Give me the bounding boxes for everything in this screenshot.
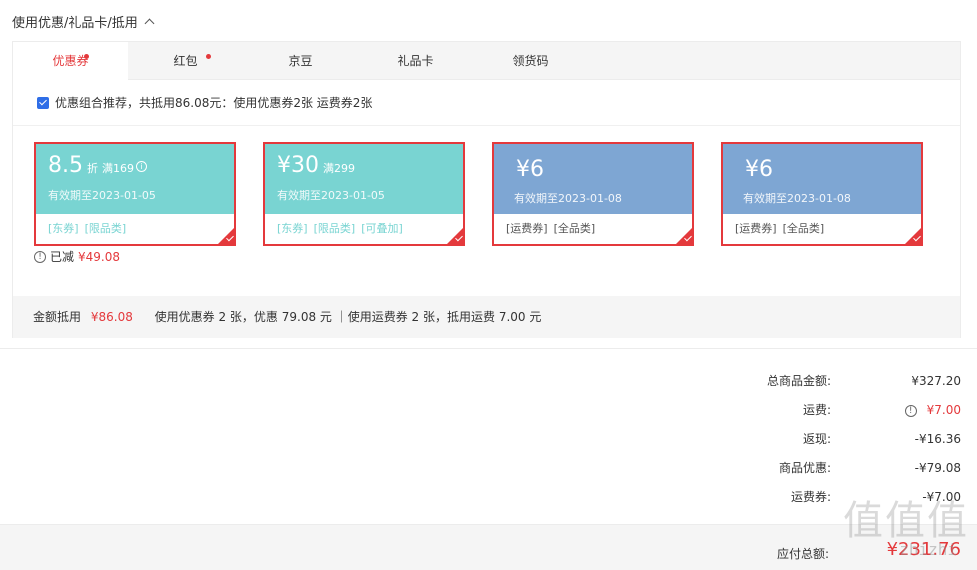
tab-pickup-code[interactable]: 领货码 bbox=[473, 42, 588, 80]
info-icon[interactable]: ! bbox=[34, 250, 46, 263]
coupon-tag: [限品类] bbox=[313, 222, 356, 235]
watermark-sub: zhizhi bbox=[899, 540, 957, 559]
coupon-card[interactable]: ¥6 有效期至2023-01-08 [运费券] [全品类] bbox=[492, 142, 694, 246]
total-value-wrap: ! ¥7.00 bbox=[831, 399, 961, 428]
total-row: 运费: ! ¥7.00 bbox=[721, 399, 961, 428]
coupon-tags: [运费券] [全品类] bbox=[494, 214, 692, 244]
discount-panel: 优惠券 红包 京豆 礼品卡 领货码 优惠组合推荐，共抵用86.08元：使用优惠券… bbox=[12, 41, 961, 338]
coupon-amount: 8.5 折满169 i bbox=[48, 152, 222, 183]
new-dot-icon bbox=[206, 54, 211, 59]
combo-text: 优惠组合推荐，共抵用86.08元：使用优惠券2张 运费券2张 bbox=[55, 96, 373, 110]
section-title: 使用优惠/礼品卡/抵用 bbox=[12, 16, 138, 31]
total-value: ¥7.00 bbox=[926, 403, 961, 417]
coupon-validity: 有效期至2023-01-08 bbox=[743, 192, 851, 205]
coupon-tag: [运费券] bbox=[735, 222, 777, 235]
tab-red-packet[interactable]: 红包 bbox=[128, 42, 243, 80]
coupon-tag: [全品类] bbox=[782, 222, 825, 235]
tab-bar: 优惠券 红包 京豆 礼品卡 领货码 bbox=[13, 42, 960, 81]
coupon-top: ¥6 有效期至2023-01-08 bbox=[494, 144, 692, 214]
coupon-condition: 满169 bbox=[102, 162, 134, 175]
new-dot-icon bbox=[84, 54, 89, 59]
watermark: 值值值 bbox=[843, 498, 969, 544]
coupon-amount-value: ¥6 bbox=[516, 157, 544, 182]
total-row: 商品优惠: -¥79.08 bbox=[721, 457, 961, 486]
summary-value: ¥86.08 bbox=[90, 310, 133, 324]
section-header[interactable]: 使用优惠/礼品卡/抵用 bbox=[12, 12, 155, 31]
coupon-tags: [东券] [限品类] [可叠加] bbox=[265, 214, 463, 244]
coupon-tag: [全品类] bbox=[553, 222, 596, 235]
tab-jingdou[interactable]: 京豆 bbox=[243, 42, 358, 80]
total-label: 返现: bbox=[802, 432, 831, 446]
info-icon[interactable]: i bbox=[136, 160, 147, 172]
summary-label: 金额抵用 bbox=[33, 310, 82, 324]
coupon-tags: [东券] [限品类] bbox=[36, 214, 234, 244]
reduced-value: ¥49.08 bbox=[78, 249, 121, 264]
coupon-amount-value: ¥30 bbox=[277, 153, 319, 178]
coupon-amount: ¥30 满299 bbox=[277, 152, 451, 183]
total-value: -¥79.08 bbox=[914, 461, 961, 475]
tab-gift-card[interactable]: 礼品卡 bbox=[358, 42, 473, 80]
total-label: 商品优惠: bbox=[778, 461, 831, 475]
total-label: 总商品金额: bbox=[766, 374, 831, 388]
coupon-top: 8.5 折满169 i 有效期至2023-01-05 bbox=[36, 144, 234, 214]
tab-label: 礼品卡 bbox=[397, 54, 434, 68]
coupon-tags: [运费券] [全品类] bbox=[723, 214, 921, 244]
coupon-unit: 折 bbox=[87, 162, 98, 175]
total-value: -¥16.36 bbox=[914, 432, 961, 446]
combo-recommendation: 优惠组合推荐，共抵用86.08元：使用优惠券2张 运费券2张 bbox=[13, 80, 960, 126]
info-icon[interactable]: ! bbox=[904, 404, 917, 417]
coupon-amount-value: ¥6 bbox=[745, 157, 773, 182]
total-row: 返现: -¥16.36 bbox=[721, 428, 961, 457]
coupon-validity: 有效期至2023-01-08 bbox=[514, 192, 622, 205]
coupon-condition: 满299 bbox=[323, 162, 355, 175]
total-row: 总商品金额: ¥327.20 bbox=[721, 370, 961, 399]
coupon-card[interactable]: 8.5 折满169 i 有效期至2023-01-05 [东券] [限品类] bbox=[34, 142, 236, 246]
tab-label: 京豆 bbox=[288, 54, 313, 68]
reduced-amount: ! 已减 ¥49.08 bbox=[34, 248, 120, 265]
total-label: 运费: bbox=[802, 403, 831, 417]
coupon-tag: [可叠加] bbox=[361, 222, 403, 235]
coupon-card[interactable]: ¥6 有效期至2023-01-08 [运费券] [全品类] bbox=[721, 142, 923, 246]
coupon-card[interactable]: ¥30 满299 有效期至2023-01-05 [东券] [限品类] [可叠加] bbox=[263, 142, 465, 246]
coupon-amount-value: 8.5 bbox=[48, 153, 83, 178]
tab-coupons[interactable]: 优惠券 bbox=[13, 42, 128, 81]
reduced-label: 已减 bbox=[50, 250, 75, 264]
total-label: 运费券: bbox=[790, 490, 831, 504]
payable-bar: 应付总额: ¥231.76 bbox=[0, 524, 977, 570]
combo-checkbox[interactable] bbox=[37, 96, 49, 109]
coupon-top: ¥6 有效期至2023-01-08 bbox=[723, 144, 921, 214]
tab-label: 领货码 bbox=[512, 54, 549, 68]
coupon-validity: 有效期至2023-01-05 bbox=[48, 189, 156, 202]
summary-bar: 金额抵用 ¥86.08 使用优惠券 2 张，优惠 79.08 元 ｜使用运费券 … bbox=[13, 296, 960, 338]
coupon-tag: [限品类] bbox=[84, 222, 127, 235]
chevron-up-icon[interactable] bbox=[144, 18, 155, 29]
coupon-validity: 有效期至2023-01-05 bbox=[277, 189, 385, 202]
summary-detail: 使用优惠券 2 张，优惠 79.08 元 ｜使用运费券 2 张，抵用运费 7.0… bbox=[154, 310, 542, 324]
coupon-tag: [东券] bbox=[48, 222, 79, 235]
divider bbox=[0, 348, 977, 349]
tab-label: 红包 bbox=[173, 54, 198, 68]
total-value: ¥327.20 bbox=[911, 374, 961, 388]
due-label: 应付总额: bbox=[776, 547, 829, 561]
coupon-top: ¥30 满299 有效期至2023-01-05 bbox=[265, 144, 463, 214]
coupon-tag: [运费券] bbox=[506, 222, 548, 235]
coupon-tag: [东券] bbox=[277, 222, 308, 235]
